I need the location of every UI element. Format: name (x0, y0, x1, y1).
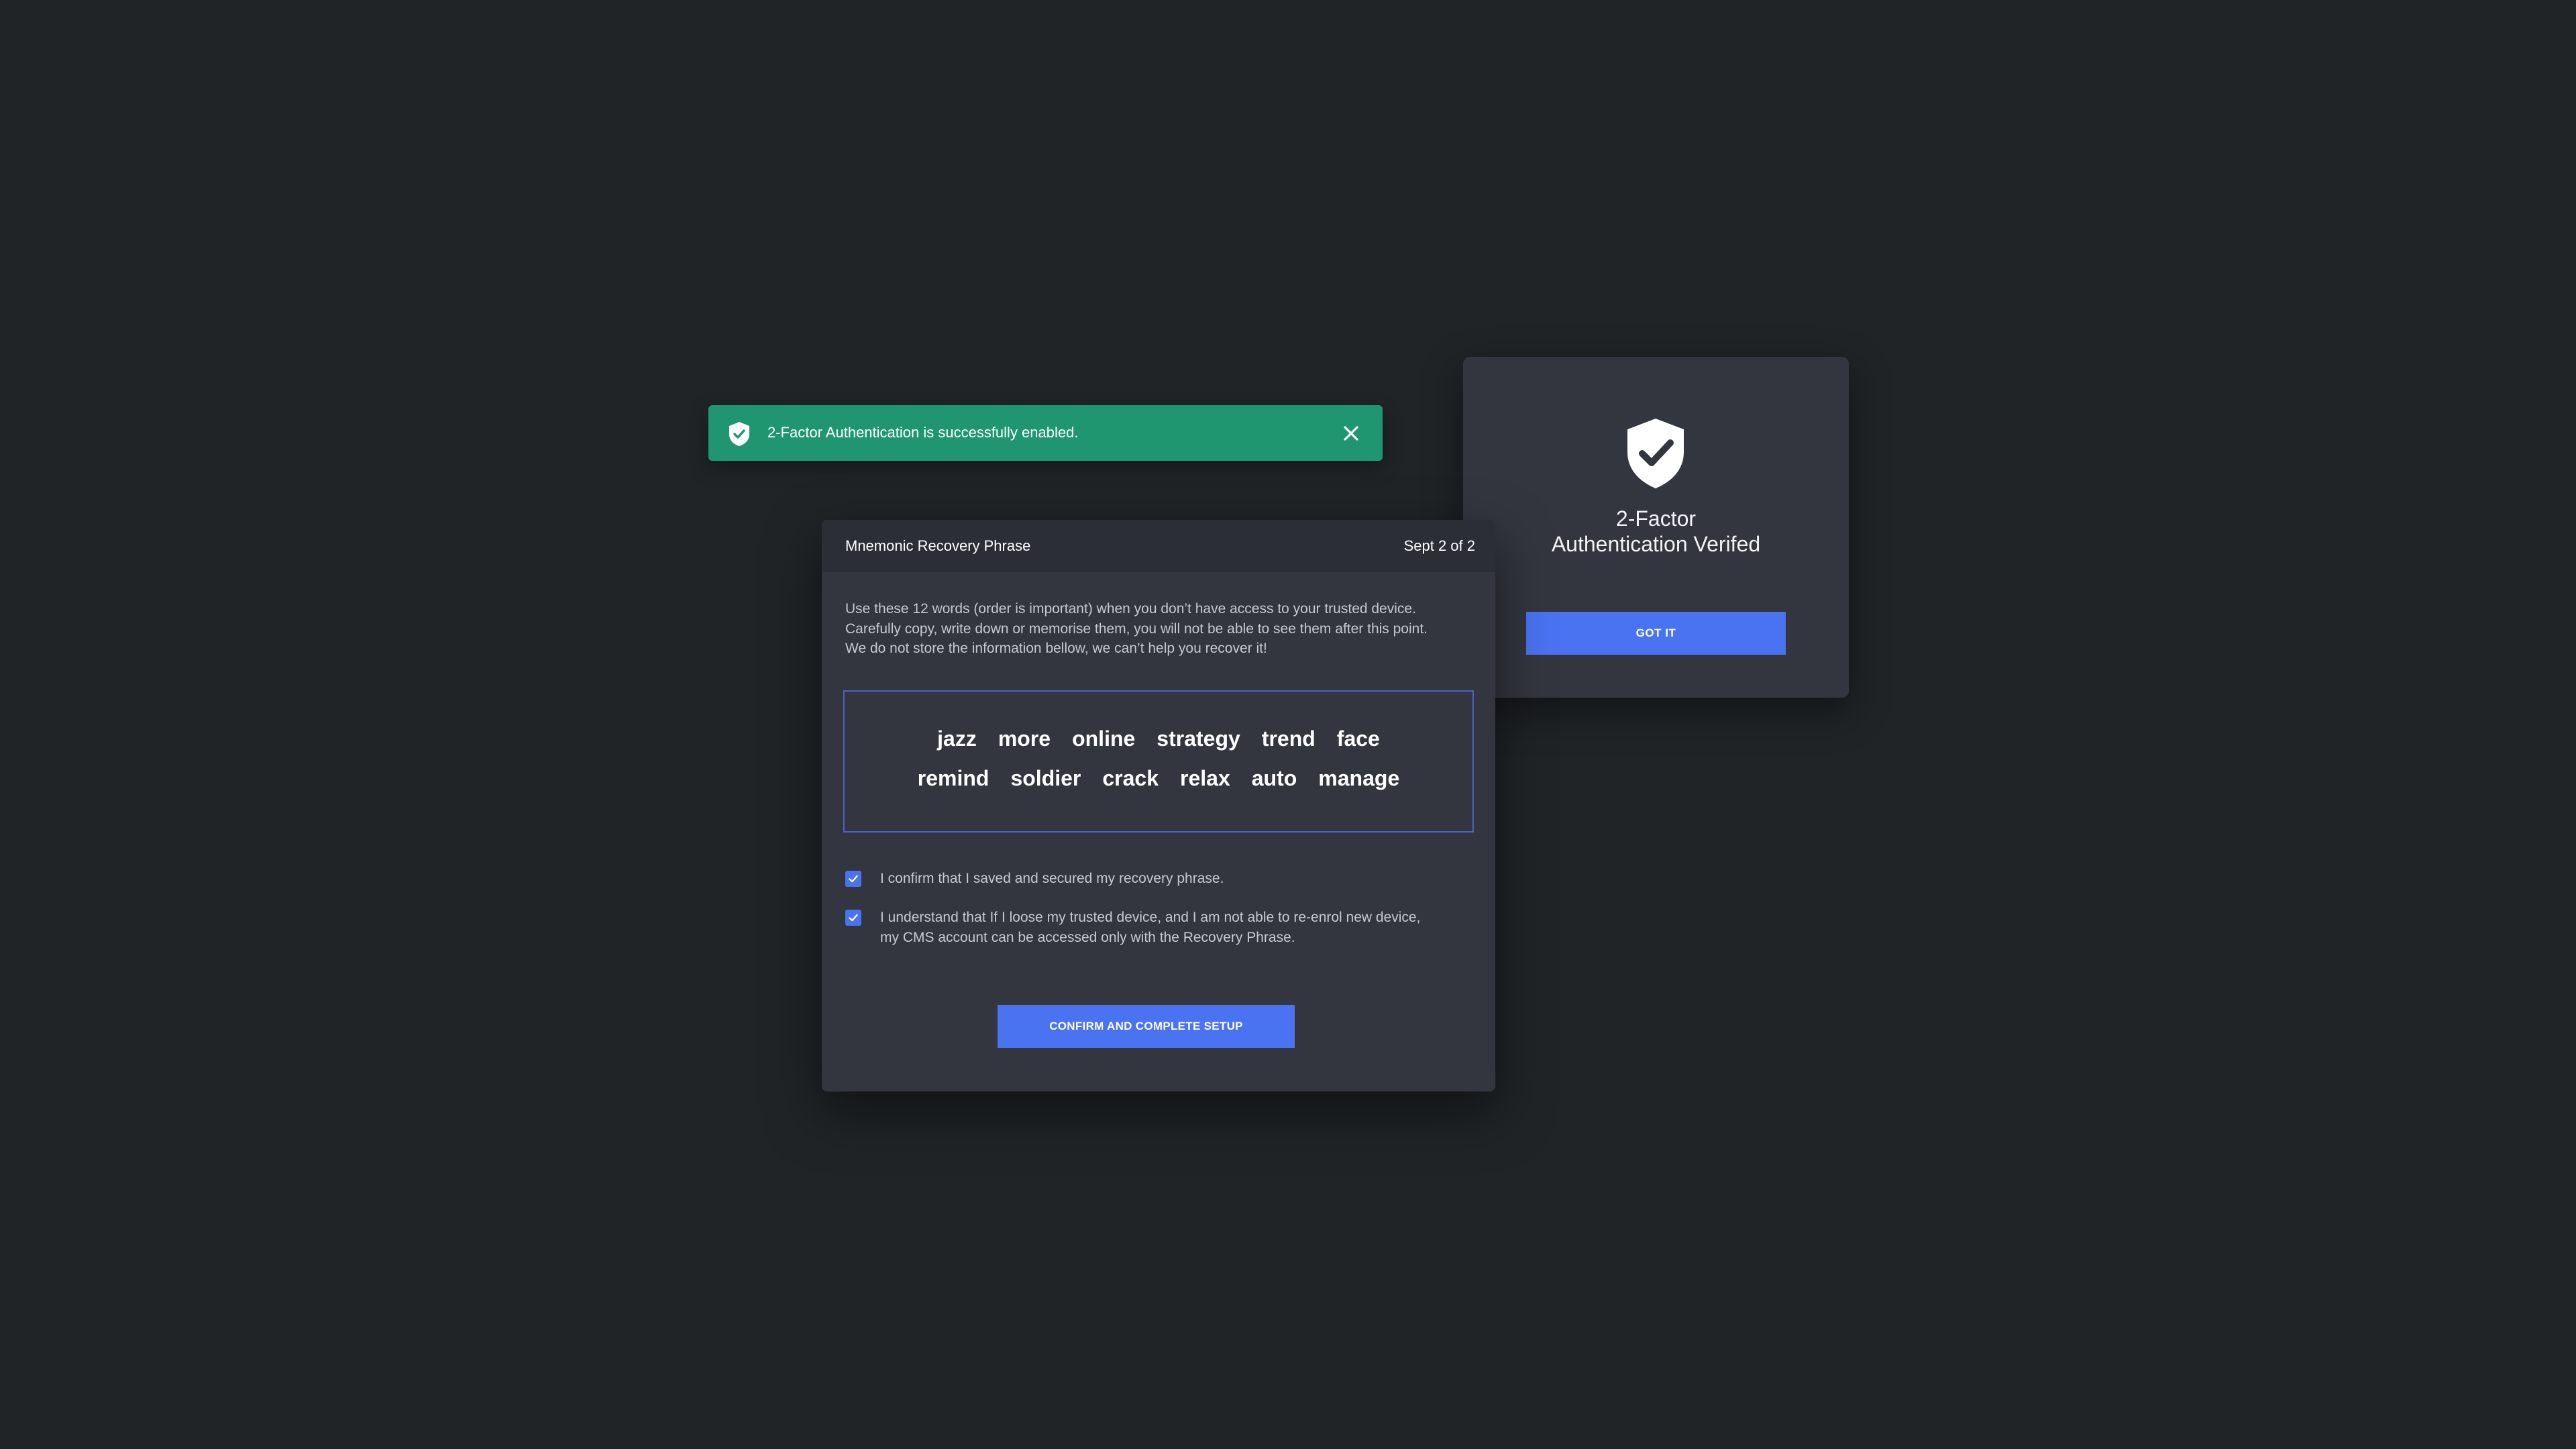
shield-check-icon (1627, 419, 1684, 488)
phrase-word: more (998, 727, 1051, 751)
recovery-phrase-box: jazz more online strategy trend face rem… (843, 690, 1474, 833)
verified-title-line2: Authentication Verifed (1551, 532, 1761, 556)
toast-message: 2-Factor Authentication is successfully … (767, 424, 1079, 441)
close-icon[interactable] (1339, 421, 1363, 445)
modal-header: Mnemonic Recovery Phrase Sept 2 of 2 (822, 520, 1495, 572)
recovery-phrase-modal: Mnemonic Recovery Phrase Sept 2 of 2 Use… (822, 520, 1495, 1091)
phrase-row: remind soldier crack relax auto manage (845, 766, 1472, 791)
phrase-word: soldier (1010, 766, 1081, 790)
phrase-word: remind (917, 766, 989, 790)
understand-risk-label: I understand that If I loose my trusted … (880, 908, 1420, 947)
phrase-word: auto (1251, 766, 1297, 790)
confirm-saved-option: I confirm that I saved and secured my re… (845, 869, 1224, 889)
phrase-word: online (1072, 727, 1136, 751)
got-it-button[interactable]: GOT IT (1526, 612, 1786, 655)
verified-title: 2-Factor Authentication Verifed (1463, 506, 1849, 557)
modal-title: Mnemonic Recovery Phrase (845, 537, 1031, 554)
phrase-word: crack (1102, 766, 1159, 790)
understand-risk-option: I understand that If I loose my trusted … (845, 908, 1420, 947)
phrase-word: relax (1180, 766, 1230, 790)
confirm-complete-setup-button[interactable]: CONFIRM AND COMPLETE SETUP (998, 1005, 1295, 1048)
phrase-word: face (1336, 727, 1380, 751)
phrase-word: strategy (1157, 727, 1240, 751)
modal-description: Use these 12 words (order is important) … (845, 599, 1476, 659)
checkbox-label-line: my CMS account can be accessed only with… (880, 929, 1295, 945)
confirm-saved-checkbox[interactable] (845, 871, 861, 887)
verified-title-line1: 2-Factor (1615, 506, 1697, 531)
phrase-row: jazz more online strategy trend face (845, 727, 1472, 751)
description-line: We do not store the information bellow, … (845, 641, 1267, 656)
verification-card: 2-Factor Authentication Verifed GOT IT (1463, 357, 1849, 698)
confirm-saved-label: I confirm that I saved and secured my re… (880, 869, 1224, 889)
success-toast: 2-Factor Authentication is successfully … (708, 405, 1383, 461)
checkbox-label-line: I understand that If I loose my trusted … (880, 910, 1421, 925)
phrase-word: manage (1318, 766, 1400, 790)
checkmark-icon (849, 875, 858, 883)
understand-risk-checkbox[interactable] (845, 910, 861, 926)
phrase-word: trend (1261, 727, 1316, 751)
checkbox-label-line: I confirm that I saved and secured my re… (880, 871, 1224, 886)
checkmark-icon (849, 914, 858, 922)
description-line: Carefully copy, write down or memorise t… (845, 621, 1428, 637)
step-indicator: Sept 2 of 2 (1403, 537, 1475, 554)
phrase-word: jazz (937, 727, 977, 751)
shield-check-icon (729, 422, 749, 446)
description-line: Use these 12 words (order is important) … (845, 601, 1416, 616)
